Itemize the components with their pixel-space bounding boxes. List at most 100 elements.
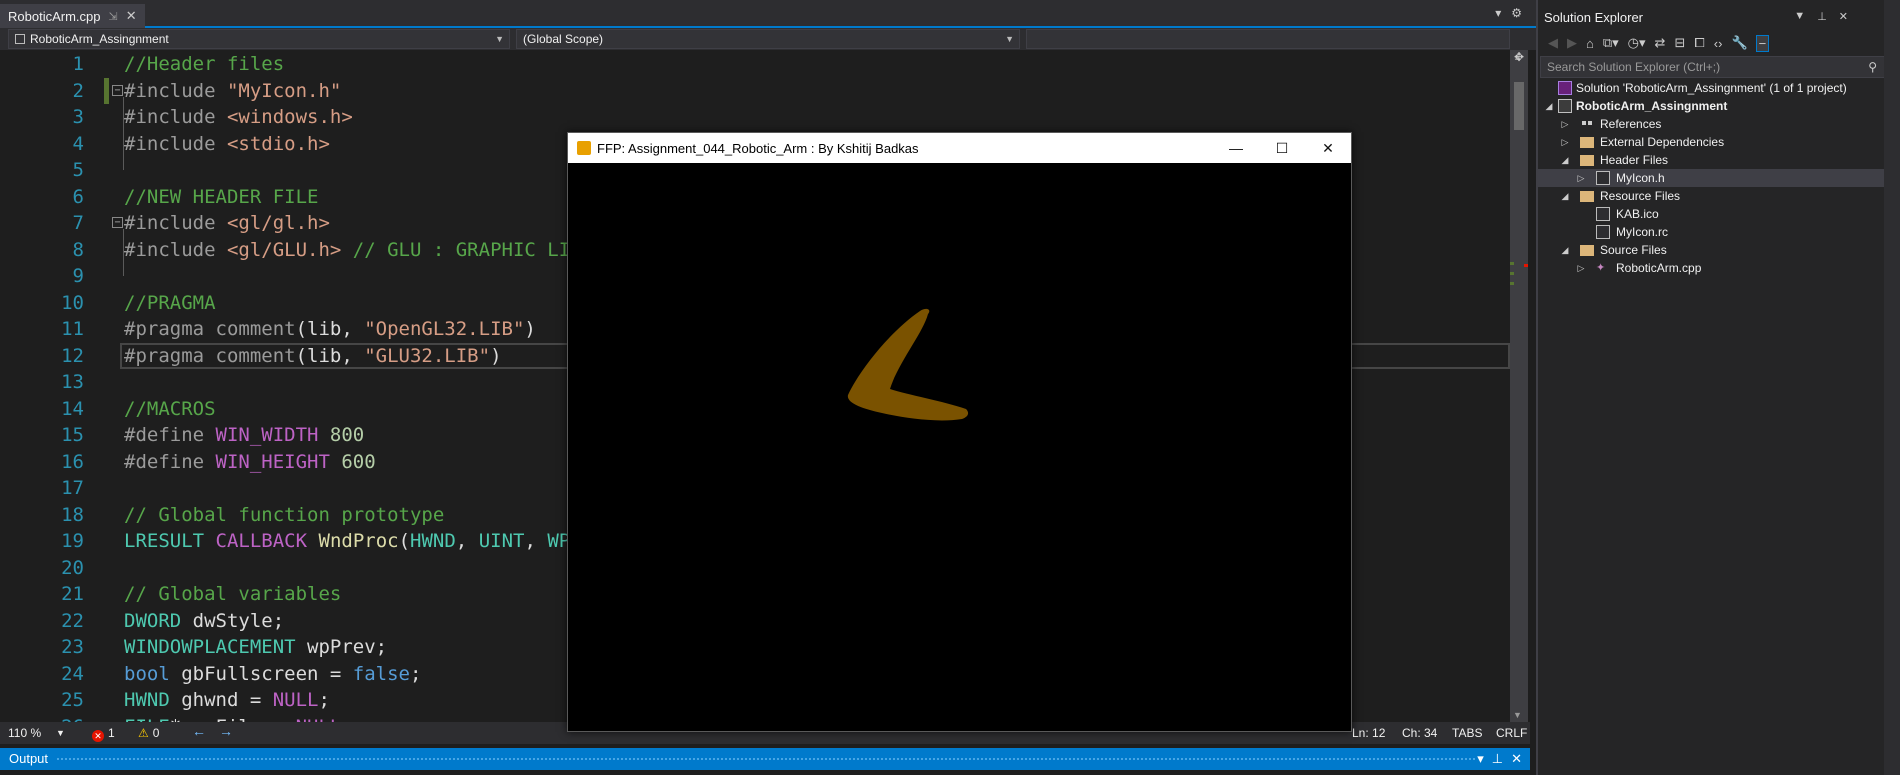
folder-icon [1580,245,1594,256]
scroll-down-icon[interactable]: ▼ [1513,710,1522,720]
back-icon[interactable]: ◀ [1548,35,1558,51]
chevron-down-icon: ▼ [1005,34,1014,44]
tree-expander-icon[interactable]: ▷ [1576,169,1586,187]
tree-item[interactable]: ▷ MyIcon.h [1538,169,1900,187]
code-token: gbFullscreen = [169,662,353,685]
tree-item[interactable]: MyIcon.rc [1538,223,1900,241]
tree-expander-icon[interactable]: ▷ [1576,259,1586,277]
minimize-button[interactable]: — [1213,133,1259,163]
search-input[interactable]: Search Solution Explorer (Ctrl+;) ⚲ ▾ [1540,56,1900,78]
close-icon[interactable]: ✕ [1839,10,1848,23]
tree-item[interactable]: Solution 'RoboticArm_Assingnment' (1 of … [1538,79,1900,97]
tree-expander-icon[interactable]: ▷ [1560,133,1570,151]
code-line[interactable]: 3 #include <windows.h> [0,104,1510,131]
code-line[interactable]: 2 − #include "MyIcon.h" [0,78,1510,105]
tree-expander-icon[interactable]: ◢ [1544,97,1554,115]
code-text: #pragma comment(lib, "GLU32.LIB") [124,343,502,370]
document-tab-bar: RoboticArm.cpp ⇲ ✕ ▾ ⚙ [0,0,1536,28]
line-number: 2 [72,79,84,102]
chevron-down-icon[interactable]: ▼ [1794,10,1805,23]
member-dropdown[interactable] [1026,29,1510,49]
tree-item[interactable]: ▷ References [1538,115,1900,133]
project-dropdown[interactable]: RoboticArm_Assingnment ▼ [8,29,510,49]
code-token: //Header files [124,53,285,75]
code-token: bool [124,662,170,685]
code-token: #include [124,238,227,261]
output-drag-handle[interactable] [56,757,1476,762]
navigate-forward-icon[interactable]: → [219,723,233,739]
close-button[interactable]: ✕ [1305,133,1351,163]
zoom-dropdown-icon[interactable]: ▼ [56,728,65,738]
fold-toggle-icon[interactable]: − [112,84,123,96]
forward-icon[interactable]: ▶ [1567,35,1577,51]
folder-icon [1580,191,1594,202]
document-tab[interactable]: RoboticArm.cpp ⇲ ✕ [0,4,145,28]
close-tab-icon[interactable]: ✕ [126,8,137,24]
chevron-down-icon[interactable]: ▾ [1477,751,1484,767]
opengl-app-window[interactable]: FFP: Assignment_044_Robotic_Arm : By Ksh… [567,132,1352,732]
tree-expander-icon[interactable]: ▷ [1560,115,1570,133]
line-number: 10 [61,291,84,314]
line-number: 18 [61,503,84,526]
tree-item[interactable]: ◢ RoboticArm_Assingnment [1538,97,1900,115]
line-number: 1 [72,53,84,75]
side-dock-strip [1884,0,1900,775]
code-line[interactable]: 1 //Header files [0,51,1510,78]
maximize-button[interactable]: ☐ [1259,133,1305,163]
line-indicator: Ln: 12 [1352,726,1386,740]
tree-expander-icon[interactable]: ◢ [1560,241,1570,259]
scrollbar-thumb[interactable] [1514,82,1524,130]
tree-item[interactable]: ◢ Header Files [1538,151,1900,169]
code-token: ) [490,344,502,367]
home-icon[interactable]: ⌂ [1586,36,1594,51]
show-all-files-icon[interactable]: ⧠ [1694,35,1704,51]
view-code-icon[interactable]: ‹› [1714,36,1723,51]
change-indicator [104,77,109,104]
settings-gear-icon[interactable]: ⚙ [1511,6,1522,20]
tab-list-dropdown-icon[interactable]: ▾ [1495,6,1501,20]
tree-expander-icon[interactable]: ◢ [1560,151,1570,169]
navigate-back-icon[interactable]: ← [192,723,206,739]
sync-icon[interactable]: ⇄ [1655,35,1666,51]
output-panel-tab[interactable]: Output ▾ ⊥ ✕ [0,748,1530,770]
pin-icon[interactable]: ⊥ [1492,751,1503,767]
tree-item[interactable]: ◢ Resource Files [1538,187,1900,205]
project-icon [1558,99,1572,113]
search-placeholder: Search Solution Explorer (Ctrl+;) [1547,60,1721,74]
folder-icon [1580,155,1594,166]
zoom-level[interactable]: 110 % [8,726,41,740]
search-icon[interactable]: ⚲ [1868,57,1877,77]
preview-selected-icon[interactable]: − [1755,34,1770,52]
output-label: Output [9,751,49,766]
collapse-all-icon[interactable]: ⊟ [1674,35,1685,51]
window-title-bar[interactable]: FFP: Assignment_044_Robotic_Arm : By Ksh… [568,133,1351,163]
pin-icon[interactable]: ⊥ [1817,10,1827,23]
pending-changes-filter-icon[interactable]: ◷▾ [1628,35,1646,51]
folder-icon [1580,137,1594,148]
pin-icon[interactable]: ⇲ [108,10,117,23]
line-number: 23 [61,636,84,658]
scope-dropdown[interactable]: (Global Scope) ▼ [516,29,1020,49]
line-ending[interactable]: CRLF [1496,726,1527,740]
split-window-icon[interactable]: ✥ [1514,50,1524,64]
tree-item[interactable]: KAB.ico [1538,205,1900,223]
warning-count[interactable]: ⚠ 0 [138,726,159,740]
properties-wrench-icon[interactable]: 🔧 [1731,35,1747,51]
code-token: dwStyle; [181,609,285,632]
indent-mode[interactable]: TABS [1452,726,1482,740]
close-icon[interactable]: ✕ [1511,751,1522,767]
line-number: 3 [72,106,84,128]
vertical-scrollbar[interactable]: ▲ ▼ [1510,50,1528,722]
output-tools: ▾ ⊥ ✕ [1477,751,1522,767]
switch-views-icon[interactable]: ⧉▾ [1603,35,1619,51]
tree-item[interactable]: ▷ ✦ RoboticArm.cpp [1538,259,1900,277]
error-count[interactable]: ✕ 1 [92,726,115,742]
tree-expander-icon[interactable]: ◢ [1560,187,1570,205]
tree-item[interactable]: ▷ External Dependencies [1538,133,1900,151]
tree-item[interactable]: ◢ Source Files [1538,241,1900,259]
fold-toggle-icon[interactable]: − [112,217,123,228]
column-indicator: Ch: 34 [1402,726,1438,740]
opengl-canvas[interactable] [568,163,1351,731]
